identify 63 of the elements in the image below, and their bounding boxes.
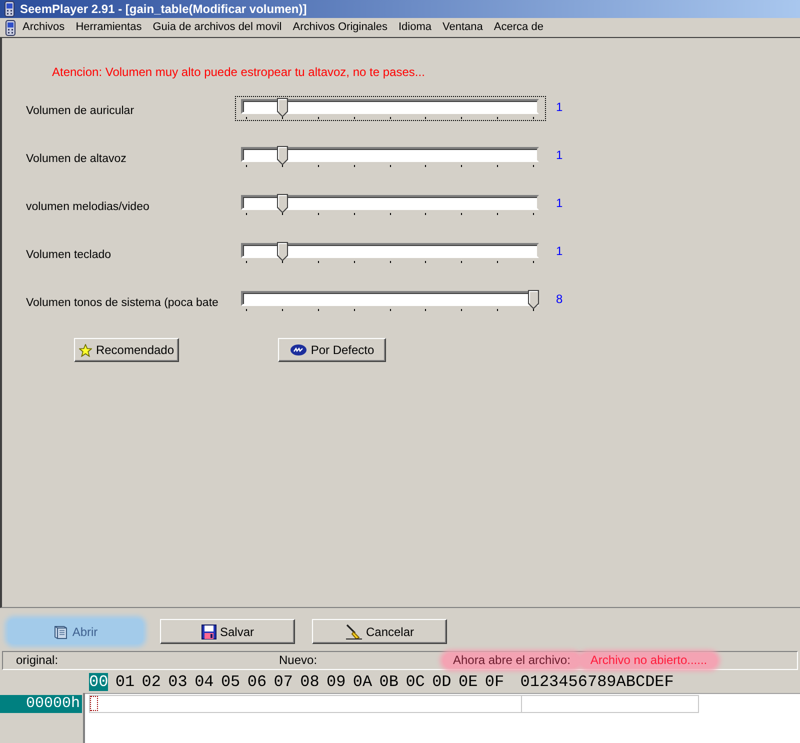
slider-label: volumen melodias/video: [26, 200, 150, 214]
broom-icon: [344, 624, 363, 640]
slider-value: 8: [556, 292, 563, 306]
menu-item[interactable]: Herramientas: [70, 21, 148, 34]
slider-track[interactable]: [241, 147, 539, 162]
slider-label: Volumen de auricular: [26, 104, 136, 118]
column-header[interactable]: 05: [220, 672, 240, 690]
column-header[interactable]: 0C: [406, 672, 425, 690]
slider-thumb[interactable]: [276, 242, 288, 261]
column-header[interactable]: 0F: [484, 672, 504, 690]
column-header[interactable]: 0E: [458, 672, 478, 690]
action-button[interactable]: Abrir: [8, 619, 143, 644]
status-text: Ahora abre el archivo:: [443, 653, 580, 668]
preset-button[interactable]: Recomendado: [74, 338, 179, 362]
slider-value: 1: [556, 196, 563, 210]
column-header[interactable]: 01: [115, 672, 135, 690]
action-button[interactable]: Cancelar: [312, 619, 447, 644]
menu-item[interactable]: Acerca de: [488, 21, 549, 34]
column-header[interactable]: 03: [168, 672, 188, 690]
menu-item[interactable]: Archivos Originales: [287, 21, 393, 34]
column-header[interactable]: 09: [326, 672, 346, 690]
slider-track[interactable]: [241, 243, 539, 258]
oval-logo-icon: [290, 344, 307, 356]
column-header[interactable]: 0B: [379, 672, 398, 690]
warning-text: Atencion: Volumen muy alto puede estropear tu altavoz, no te pases...: [52, 65, 425, 79]
column-header[interactable]: 06: [247, 672, 267, 690]
slider-thumb[interactable]: [276, 98, 288, 117]
column-header[interactable]: 04: [194, 672, 214, 690]
column-header[interactable]: 0D: [432, 672, 452, 690]
column-header[interactable]: 02: [142, 672, 161, 690]
cursor-icon: [90, 696, 98, 711]
ascii-header: 0123456789ABCDEF: [520, 672, 674, 690]
slider-label: Volumen tonos de sistema (poca bate: [26, 296, 220, 310]
menu-item[interactable]: Ventana: [437, 21, 488, 34]
slider-value: 1: [556, 244, 563, 258]
book-icon: [53, 624, 70, 640]
column-header[interactable]: 0A: [352, 672, 372, 690]
status-text: original:: [16, 653, 58, 668]
slider-value: 1: [556, 100, 563, 114]
preset-button[interactable]: Por Defecto: [278, 338, 386, 362]
phone-icon: [3, 1, 16, 17]
slider-track[interactable]: [241, 195, 539, 210]
address-cell: 00000h: [0, 695, 82, 713]
slider-thumb[interactable]: [276, 194, 288, 213]
slider-label: Volumen teclado: [26, 248, 112, 262]
menu-item[interactable]: Archivos: [17, 21, 70, 34]
status-text: Archivo no abierto......: [580, 653, 718, 668]
phone-icon: [4, 20, 17, 36]
menu-item[interactable]: Guia de archivos del movil: [147, 21, 288, 34]
window-title: SeemPlayer 2.91 - [gain_table(Modificar volumen)]: [20, 2, 307, 16]
column-header[interactable]: 00: [89, 672, 108, 690]
slider-track[interactable]: [241, 99, 539, 114]
slider-value: 1: [556, 148, 563, 162]
star-icon: [78, 344, 92, 356]
slider-track[interactable]: [241, 291, 539, 306]
slider-label: Volumen de altavoz: [26, 152, 128, 166]
slider-thumb[interactable]: [276, 146, 288, 165]
menu-item[interactable]: Idioma: [393, 21, 438, 34]
column-header[interactable]: 08: [300, 672, 320, 690]
slider-thumb[interactable]: [528, 290, 539, 309]
action-button[interactable]: Salvar: [160, 619, 295, 644]
column-header[interactable]: 07: [274, 672, 293, 690]
status-text: Nuevo:: [279, 653, 318, 668]
